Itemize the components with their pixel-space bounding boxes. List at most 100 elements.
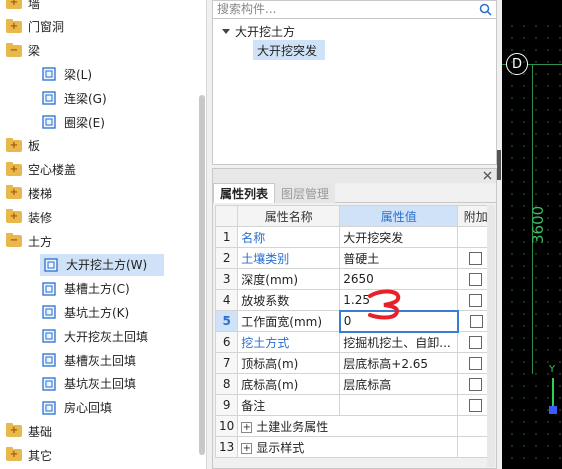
search-input[interactable] (213, 1, 468, 17)
component-list-panel: 大开挖土方 大开挖突发 (212, 0, 497, 165)
tree-folder-item[interactable]: + 门窗洞 (6, 16, 64, 38)
extra-checkbox[interactable] (469, 336, 483, 349)
property-row[interactable]: 13 + 显示样式 (214, 436, 495, 458)
tree-scrollbar[interactable] (199, 95, 205, 455)
tree-folder-item[interactable]: + 墙 (6, 0, 40, 14)
property-row[interactable]: 4 放坡系数 1.25 (214, 289, 495, 311)
panel-title-bar (213, 169, 496, 183)
property-row[interactable]: 9 备注 (214, 394, 495, 416)
folder-icon: + (6, 185, 22, 200)
tree-item-label: 基坑灰土回填 (64, 377, 137, 392)
expand-plus-icon[interactable]: + (241, 421, 253, 433)
expand-plus-icon[interactable]: + (241, 442, 253, 454)
component-type-icon (40, 303, 58, 321)
tree-folder-item[interactable]: + 空心楼盖 (6, 159, 76, 181)
tree-item-label: 大开挖灰土回填 (64, 329, 149, 344)
tree-child-item[interactable]: 大开挖土方(W) (40, 253, 164, 276)
property-value[interactable]: 层底标高 (339, 373, 459, 395)
tree-folder-item[interactable]: + 板 (6, 135, 40, 157)
component-type-icon (40, 65, 58, 83)
splitter-handle[interactable] (497, 150, 501, 180)
property-name-header: 属性名称 (237, 205, 341, 227)
extra-checkbox[interactable] (469, 315, 483, 328)
component-type-icon (40, 399, 58, 417)
property-group-label: 显示样式 (256, 440, 305, 455)
row-index: 1 (214, 226, 239, 248)
component-type-icon (40, 89, 58, 107)
tree-child-item[interactable]: 基坑土方(K) (40, 301, 129, 323)
property-row[interactable]: 10 + 土建业务属性 (214, 415, 495, 437)
tree-folder-item[interactable]: + 装修 (6, 206, 52, 228)
property-name: 放坡系数 (237, 289, 341, 311)
tree-item-label: 空心楼盖 (28, 163, 77, 178)
property-name: 名称 (237, 226, 341, 248)
extra-checkbox[interactable] (469, 294, 483, 307)
tree-item-label: 圈梁(E) (64, 115, 105, 130)
tree-folder-item[interactable]: + 楼梯 (6, 182, 52, 204)
component-type-icon (40, 351, 58, 369)
folder-icon: + (6, 423, 22, 438)
property-scrollbar[interactable] (487, 205, 495, 467)
property-name: 土壤类别 (237, 247, 341, 269)
row-index: 3 (214, 268, 239, 290)
property-row[interactable]: 8 底标高(m) 层底标高 (214, 373, 495, 395)
property-value[interactable]: 大开挖突发 (339, 226, 459, 248)
component-group-row[interactable]: 大开挖土方 (221, 21, 295, 41)
property-row[interactable]: 6 挖土方式 挖掘机挖土、自卸... (214, 331, 495, 353)
tree-child-item[interactable]: 大开挖灰土回填 (40, 325, 148, 347)
tree-child-item[interactable]: 基槽土方(C) (40, 278, 130, 300)
property-name: 工作面宽(mm) (237, 310, 341, 332)
tree-item-label: 土方 (28, 234, 53, 249)
extra-checkbox[interactable] (469, 378, 483, 391)
property-row[interactable]: 5 工作面宽(mm) 0 (214, 309, 495, 333)
property-group-label: 土建业务属性 (256, 419, 329, 434)
property-row[interactable]: 2 土壤类别 普硬土 (214, 247, 495, 269)
property-value[interactable]: 2650 (339, 268, 459, 290)
search-icon[interactable] (479, 3, 492, 16)
drawing-canvas[interactable]: D 3600 Y (502, 0, 562, 469)
tab-layer-management[interactable]: 图层管理 (275, 183, 336, 203)
tree-child-item[interactable]: 圈梁(E) (40, 111, 105, 133)
close-icon[interactable] (483, 171, 492, 180)
property-row[interactable]: 1 名称 大开挖突发 (214, 226, 495, 248)
tree-child-item[interactable]: 梁(L) (40, 63, 92, 85)
extra-checkbox[interactable] (469, 357, 483, 370)
property-name: 顶标高(m) (237, 352, 341, 374)
extra-checkbox[interactable] (469, 252, 483, 265)
tree-item-label: 大开挖土方(W) (66, 258, 148, 273)
property-group[interactable]: + 土建业务属性 (237, 415, 459, 437)
property-row[interactable]: 3 深度(mm) 2650 (214, 268, 495, 290)
folder-icon: + (6, 209, 22, 224)
tree-child-item[interactable]: 基槽灰土回填 (40, 349, 136, 371)
tree-child-item[interactable]: 房心回填 (40, 397, 112, 419)
tree-item-label: 梁 (28, 44, 41, 59)
tree-item-label: 基槽土方(C) (64, 282, 130, 297)
property-group[interactable]: + 显示样式 (237, 436, 459, 458)
folder-icon: + (6, 137, 22, 152)
tree-folder-item[interactable]: + 其它 (6, 444, 52, 466)
property-value[interactable] (339, 394, 459, 416)
folder-open-icon: − (6, 233, 22, 247)
component-type-icon (40, 280, 58, 298)
property-table: 属性名称 属性值 附加 1 名称 大开挖突发 2 土壤类别 普硬土 3 深度(mm) 2650 4… (214, 205, 495, 458)
extra-checkbox[interactable] (469, 273, 483, 286)
tab-property-list[interactable]: 属性列表 (213, 183, 276, 203)
tree-child-item[interactable]: 基坑灰土回填 (40, 373, 136, 395)
tree-folder-item[interactable]: + 基础 (6, 420, 52, 442)
tree-folder-item[interactable]: − 土方 (6, 230, 52, 252)
property-value[interactable]: 挖掘机挖土、自卸... (339, 331, 459, 353)
collapse-triangle-icon[interactable] (221, 26, 231, 36)
tree-child-item[interactable]: 连梁(G) (40, 87, 107, 109)
property-row[interactable]: 7 顶标高(m) 层底标高+2.65 (214, 352, 495, 374)
property-value[interactable]: 层底标高+2.65 (339, 352, 459, 374)
tree-item-label: 墙 (28, 0, 41, 11)
tree-item-label: 基础 (28, 424, 53, 439)
extra-checkbox[interactable] (469, 399, 483, 412)
property-value[interactable]: 普硬土 (339, 247, 459, 269)
component-tree: + 墙 + 门窗洞 − 梁梁(L) 连梁(G) 圈梁(E) + 板 + 空心楼盖 + 楼梯 + 装修 − 土方 大开… (0, 0, 207, 469)
tree-item-label: 基坑土方(K) (64, 305, 130, 320)
property-name: 挖土方式 (237, 331, 341, 353)
component-item-row[interactable]: 大开挖突发 (253, 40, 325, 60)
tree-folder-item[interactable]: − 梁 (6, 40, 40, 62)
tree-item-label: 连梁(G) (64, 91, 107, 106)
